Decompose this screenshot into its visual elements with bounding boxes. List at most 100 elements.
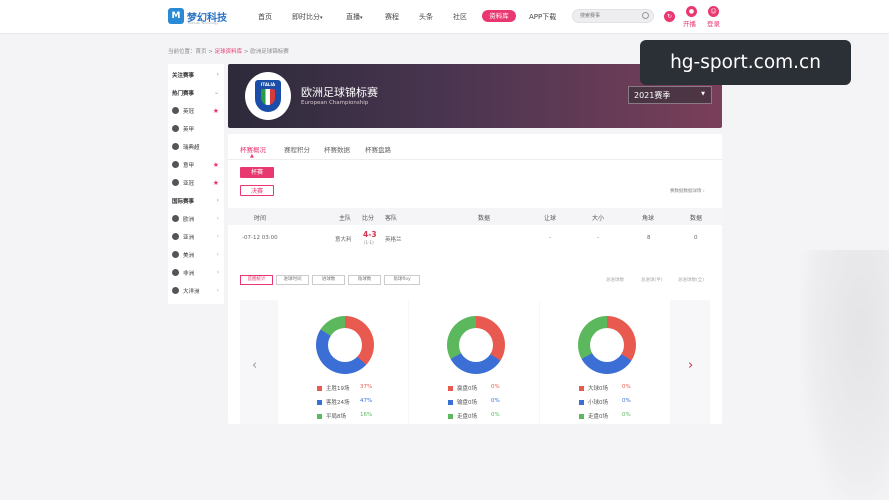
donut-chart-panel: 大球0场 0% 小球0场 0% 走盘0场 0%: [540, 300, 670, 424]
stage-button-final[interactable]: 决赛: [240, 185, 274, 196]
sidebar-item[interactable]: 意甲 ★: [168, 156, 224, 173]
nav-item-community[interactable]: 社区: [453, 12, 467, 22]
sidebar-item[interactable]: 大洋洲 ›: [168, 282, 224, 299]
header-away: 客队: [385, 215, 398, 222]
sidebar-item-label: 国际赛事: [172, 198, 195, 205]
filter-button-goals[interactable]: 进球数: [312, 275, 345, 285]
chevron-right-icon[interactable]: ›: [688, 358, 693, 373]
nav-item-live[interactable]: 直播▾: [346, 12, 363, 22]
breadcrumb-prefix[interactable]: 当前位置：首页 >: [168, 49, 215, 55]
sidebar-item-label: 英甲: [183, 126, 195, 133]
home-team[interactable]: 意大利: [335, 235, 352, 243]
chevron-right-icon: ›: [216, 287, 219, 294]
data-details-link[interactable]: 赛数据数据详情 ›: [670, 188, 705, 194]
sidebar-item[interactable]: 关注赛事 ›: [168, 66, 224, 83]
broadcast-icon[interactable]: ●: [686, 6, 697, 17]
legend-label: 平局8场: [326, 414, 346, 420]
table-header: 时间 主队 比分 客队 数据 让球 大小 角球 数据: [228, 208, 722, 225]
header-home: 主队: [339, 215, 352, 222]
sidebar-item[interactable]: 美洲 ›: [168, 246, 224, 263]
header-corners: 角球: [642, 215, 655, 222]
legend-percent: 37%: [360, 384, 373, 390]
chevron-right-icon: ›: [216, 269, 219, 276]
sidebar-item[interactable]: 英甲: [168, 120, 224, 137]
sidebar-item-label: 关注赛事: [172, 72, 195, 79]
nav-item-app-download[interactable]: APP下载: [529, 12, 556, 22]
legend-label: 小球0场: [588, 400, 608, 406]
tab-cup-odds[interactable]: 杯赛盘路: [365, 144, 391, 154]
legend-percent: 0%: [491, 412, 500, 418]
donut-chart: [447, 316, 505, 374]
league-icon: [172, 251, 179, 258]
stat-tab-total[interactable]: 总进球数: [606, 277, 624, 283]
half-time-score: (1-1): [364, 240, 374, 245]
tab-standings[interactable]: 赛程积分: [284, 144, 310, 154]
nav-item-live-score[interactable]: 即时比分▾: [292, 12, 323, 22]
chevron-right-icon: ⌄: [213, 89, 219, 96]
legend-swatch: [448, 400, 453, 405]
chevron-down-icon: ▾: [360, 15, 363, 21]
donut-chart: [578, 316, 636, 374]
legend-item: 主胜19场 37%: [317, 384, 372, 392]
league-icon: [172, 143, 179, 150]
chevron-down-icon: ▼: [701, 91, 705, 97]
nav-item-headlines[interactable]: 头条: [419, 12, 433, 22]
legend-label: 赢盘0场: [457, 386, 477, 392]
header-data: 数据: [478, 215, 491, 222]
login-link[interactable]: 登录: [707, 18, 720, 28]
sidebar-item[interactable]: 瑞典超: [168, 138, 224, 155]
filter-button-first[interactable]: 首圈统计: [240, 275, 273, 285]
sidebar-item[interactable]: 亚洲 ›: [168, 228, 224, 245]
sidebar: 关注赛事 › 热门赛事 ⌄ 英冠 ★ 英甲 瑞典超 意甲 ★ 亚冠 ★ 国际赛事 › 欧洲 › 亚洲 › 美洲 › 非洲…: [168, 64, 224, 304]
legend-percent: 0%: [622, 384, 631, 390]
league-icon: [172, 161, 179, 168]
legend-label: 客胜24场: [326, 400, 350, 406]
league-icon: [172, 179, 179, 186]
nav-item-home[interactable]: 首页: [258, 12, 272, 22]
legend-swatch: [579, 400, 584, 405]
legend-percent: 16%: [360, 412, 373, 418]
donut-chart: [316, 316, 374, 374]
breadcrumb-database-link[interactable]: 足球资料库: [215, 49, 243, 55]
stage-button-cup[interactable]: 杯赛: [240, 167, 274, 178]
sidebar-item[interactable]: 热门赛事 ⌄: [168, 84, 224, 101]
legend-item: 小球0场 0%: [579, 398, 631, 406]
refresh-icon[interactable]: ↻: [664, 11, 675, 22]
legend-item: 走盘0场 0%: [579, 412, 631, 420]
favorite-star-icon[interactable]: ★: [213, 161, 219, 169]
favorite-star-icon[interactable]: ★: [213, 179, 219, 187]
chevron-right-icon: ›: [216, 215, 219, 222]
filter-button-corners[interactable]: 角球数: [348, 275, 381, 285]
sidebar-item[interactable]: 欧洲 ›: [168, 210, 224, 227]
watermark: hg-sport.com.cn: [640, 40, 851, 85]
sidebar-item[interactable]: 国际赛事 ›: [168, 192, 224, 209]
sidebar-item-label: 瑞典超: [183, 144, 200, 151]
nav-item-schedule[interactable]: 赛程: [385, 12, 399, 22]
tab-cup-data[interactable]: 杯赛数据: [324, 144, 350, 154]
chevron-right-icon: ›: [216, 197, 219, 204]
stat-tab-half[interactable]: 总进球(半): [641, 277, 663, 283]
legend-percent: 47%: [360, 398, 373, 404]
filter-button-goal-time[interactable]: 进球时间: [276, 275, 309, 285]
legend-percent: 0%: [622, 412, 631, 418]
sidebar-item-label: 亚冠: [183, 180, 195, 187]
nav-item-database[interactable]: 资料库: [482, 10, 516, 22]
chevron-down-icon: ▾: [320, 15, 323, 21]
search-icon[interactable]: [642, 12, 649, 19]
donut-hole: [459, 328, 493, 362]
sidebar-item[interactable]: 英冠 ★: [168, 102, 224, 119]
chevron-left-icon[interactable]: ‹: [252, 358, 257, 373]
away-team[interactable]: 英格兰: [385, 235, 402, 243]
sidebar-item[interactable]: 亚冠 ★: [168, 174, 224, 191]
logo[interactable]: M 梦幻科技 MoHuan Technology: [168, 8, 227, 25]
season-select[interactable]: 2021赛季 ▼: [628, 86, 712, 104]
filter-button-corners-2[interactable]: 角球floy: [384, 275, 420, 285]
match-score[interactable]: 4-3: [363, 230, 377, 239]
sidebar-item[interactable]: 非洲 ›: [168, 264, 224, 281]
active-tab-indicator: ▲: [250, 153, 254, 159]
user-icon[interactable]: ☺: [708, 6, 719, 17]
favorite-star-icon[interactable]: ★: [213, 107, 219, 115]
stat-tab-full[interactable]: 总进球数(全): [678, 277, 704, 283]
legend-label: 输盘0场: [457, 400, 477, 406]
start-stream-link[interactable]: 开播: [683, 18, 696, 28]
